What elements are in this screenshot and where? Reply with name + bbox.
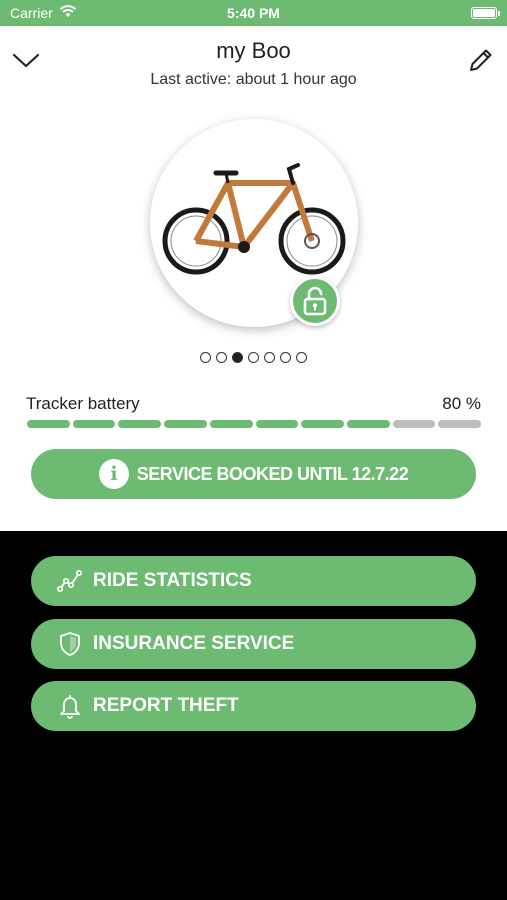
carousel-dot[interactable]	[232, 352, 243, 363]
ride-statistics-button[interactable]: RIDE STATISTICS	[31, 556, 476, 606]
battery-icon	[471, 7, 500, 19]
battery-segment	[118, 420, 162, 428]
status-time: 5:40 PM	[227, 5, 280, 21]
carousel-dot[interactable]	[200, 352, 211, 363]
tracker-battery-value: 80 %	[442, 394, 481, 413]
tracker-battery-bar	[27, 420, 482, 428]
carousel-indicator[interactable]	[0, 352, 507, 363]
insurance-service-button[interactable]: INSURANCE SERVICE	[31, 619, 476, 669]
bike-overview-panel: my Boo Last active: about 1 hour ago Tra…	[0, 26, 507, 531]
unlock-icon[interactable]	[290, 276, 340, 326]
page-title: my Boo	[216, 38, 291, 63]
service-booked-button[interactable]: i SERVICE BOOKED UNTIL 12.7.22	[31, 449, 476, 499]
ride-statistics-label: RIDE STATISTICS	[93, 570, 252, 591]
carousel-dot[interactable]	[216, 352, 227, 363]
carousel-dot[interactable]	[280, 352, 291, 363]
battery-segment	[255, 420, 299, 428]
battery-segment	[27, 420, 70, 428]
battery-segment	[392, 420, 436, 428]
battery-segment	[164, 420, 207, 428]
pencil-icon[interactable]	[467, 46, 495, 74]
shield-icon	[57, 631, 83, 657]
carousel-dot[interactable]	[248, 352, 259, 363]
service-booked-label: SERVICE BOOKED UNTIL 12.7.22	[136, 463, 409, 484]
status-bar: Carrier 5:40 PM	[0, 0, 507, 26]
insurance-service-label: INSURANCE SERVICE	[93, 633, 295, 654]
battery-segment	[346, 420, 390, 428]
bicycle-icon	[162, 163, 346, 275]
tracker-battery-label: Tracker battery	[26, 394, 140, 413]
battery-segment	[72, 420, 116, 428]
last-active-text: Last active: about 1 hour ago	[150, 71, 357, 88]
bell-icon	[57, 693, 83, 719]
report-theft-button[interactable]: REPORT THEFT	[31, 681, 476, 731]
carousel-dot[interactable]	[296, 352, 307, 363]
info-icon: i	[98, 459, 129, 489]
battery-segment	[209, 420, 253, 428]
battery-segment	[301, 420, 344, 428]
carousel-dot[interactable]	[264, 352, 275, 363]
battery-segment	[438, 420, 482, 428]
report-theft-label: REPORT THEFT	[93, 695, 239, 716]
statistics-icon	[57, 568, 83, 594]
